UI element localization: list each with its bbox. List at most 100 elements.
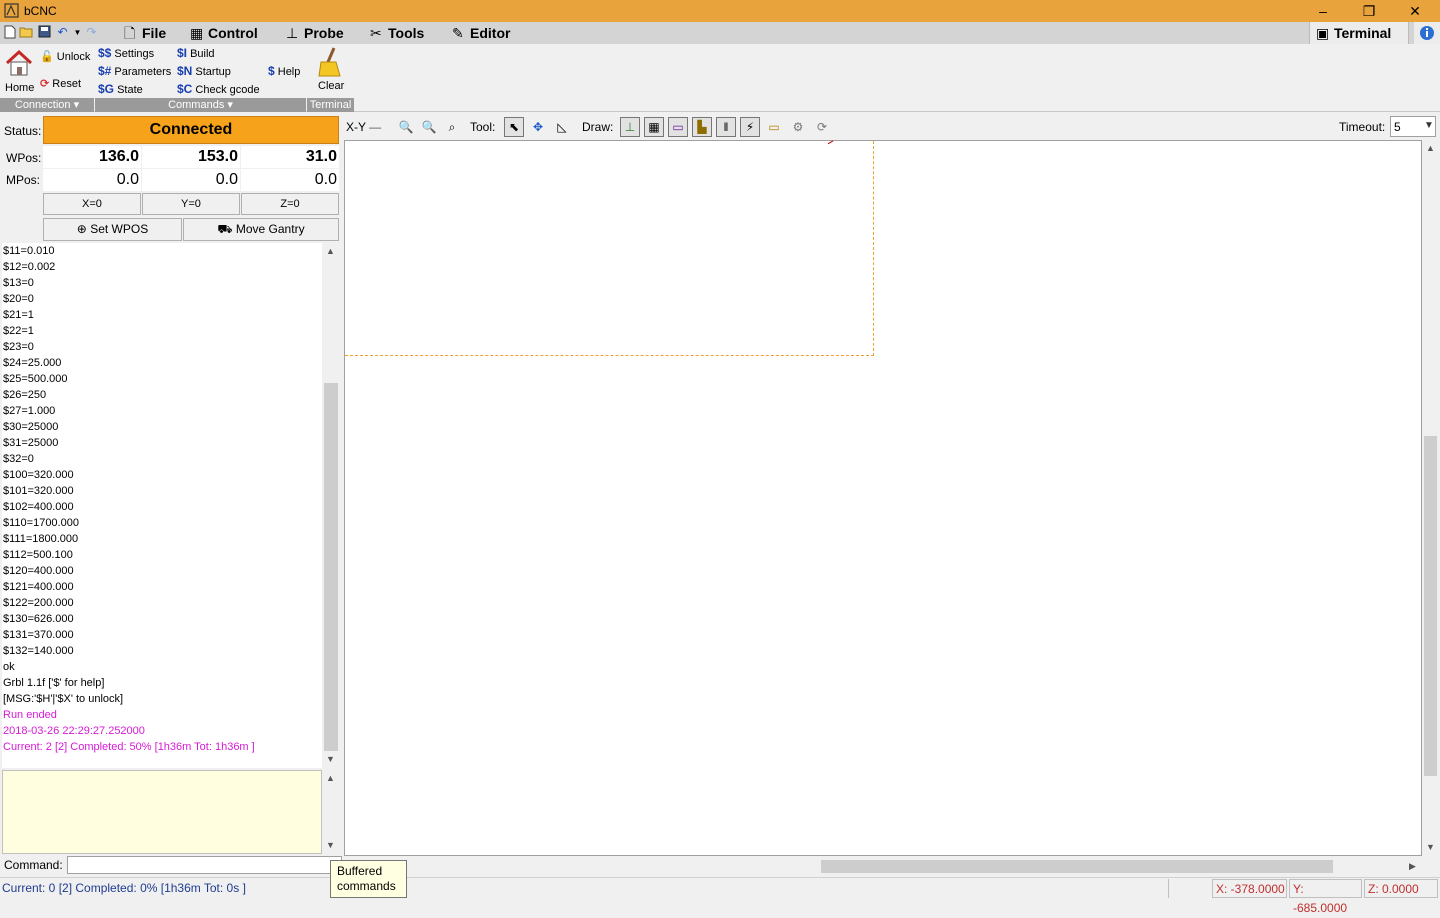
minimize-button[interactable]: – [1300,0,1346,22]
timeout-spinbox[interactable]: 5 ▼ [1390,116,1436,137]
progress-status: Current: 0 [2] Completed: 0% [1h36m Tot:… [2,881,246,895]
terminal-scrollbar[interactable]: ▲ ▼ [322,243,340,768]
select-tool-icon[interactable]: ⬉ [504,117,524,137]
home-label: Home [5,82,35,94]
timeout-down-icon[interactable]: ▼ [1424,120,1434,131]
canvas-vscrollbar[interactable]: ▲ ▼ [1422,140,1439,856]
rapid-icon[interactable]: ⚡ [740,117,760,137]
status-label: Status: [4,124,42,138]
tooltip-line-2: commands [337,879,396,893]
canvas-hscrollbar[interactable]: ▶ [344,858,1421,875]
view-select[interactable]: X-Y — [346,117,381,137]
tab-file[interactable]: 🗋 File [118,22,172,44]
terminal-line: $101=320.000 [3,485,74,497]
status-spacer [1168,879,1210,898]
zoom-fit-icon[interactable]: ⌕ [442,117,462,137]
tab-terminal[interactable]: ▣ Terminal [1309,22,1409,44]
canvas-scroll-right-icon[interactable]: ▶ [1404,858,1421,875]
terminal-line: $120=400.000 [3,565,74,577]
buffer-scrollbar[interactable]: ▲ ▼ [322,770,340,854]
canvas-scroll-down-icon[interactable]: ▼ [1422,839,1439,856]
wpos-x[interactable]: 136.0 [43,146,141,168]
tab-tools[interactable]: ✂ Tools [364,22,430,44]
startup-button[interactable]: $N Startup [177,64,231,79]
new-icon[interactable] [2,25,17,40]
unlock-icon: 🔓 [40,51,54,63]
window-title: bCNC [24,4,57,18]
zero-z-button[interactable]: Z=0 [241,193,339,215]
timeout-label: Timeout: [1339,120,1386,134]
redo-icon[interactable]: ↷ [84,25,99,40]
terminal-line: $102=400.000 [3,501,74,513]
ruler-tool-icon[interactable]: ◺ [552,117,572,137]
save-icon[interactable] [37,25,52,40]
terminal-line: $25=500.000 [3,373,68,385]
home-button[interactable]: Home [2,46,36,94]
command-input[interactable] [67,856,342,874]
move-gantry-button[interactable]: ⛟ Move Gantry [183,218,339,241]
margins-icon[interactable]: ▭ [668,117,688,137]
camera-icon[interactable]: ⚙ [788,117,808,137]
clear-button[interactable]: Clear [310,46,352,94]
canvas-hscroll-thumb[interactable] [821,860,1333,873]
axes-icon[interactable]: ⊥ [620,117,640,137]
settings-button[interactable]: $$ Settings [98,46,154,61]
reset-label: Reset [52,78,82,90]
set-wpos-button[interactable]: ⊕ Set WPOS [43,218,182,241]
unlock-label: Unlock [56,51,91,63]
y-coordinate: Y: -685.0000 [1289,879,1362,915]
terminal-line: $132=140.000 [3,645,74,657]
broom-icon [318,47,341,77]
canvas-scroll-up-icon[interactable]: ▲ [1422,140,1439,157]
probe-draw-icon[interactable]: ‖ [716,117,736,137]
parameters-button[interactable]: $# Parameters [98,64,171,79]
terminal-line: $12=0.002 [3,261,56,273]
terminal-line: $121=400.000 [3,581,74,593]
help-button[interactable]: $ Help [268,64,300,79]
unlock-button[interactable]: 🔓 Unlock [40,50,90,64]
tab-control[interactable]: ▦ Control [184,22,264,44]
zoom-out-icon[interactable]: 🔍 [419,117,439,137]
scroll-down-icon[interactable]: ▼ [322,751,339,768]
terminal-line: $131=370.000 [3,629,74,641]
build-button[interactable]: $I Build [177,46,215,61]
zoom-in-icon[interactable]: 🔍 [396,117,416,137]
close-button[interactable]: ✕ [1392,0,1438,22]
terminal-line: ok [3,661,15,673]
terminal-line: $112=500.100 [3,549,73,561]
zero-x-button[interactable]: X=0 [43,193,141,215]
dropdown-icon[interactable]: ▼ [70,25,85,40]
paths-icon[interactable]: ▭ [764,117,784,137]
workarea-icon[interactable]: ▙ [692,117,712,137]
restore-button[interactable]: ❐ [1346,0,1392,22]
buffer-scroll-down-icon[interactable]: ▼ [322,837,339,854]
check-gcode-button[interactable]: $C Check gcode [177,82,260,97]
editor-icon: ✎ [452,25,464,41]
tab-editor[interactable]: ✎ Editor [446,22,516,44]
terminal-line: Grbl 1.1f ['$' for help] [3,677,105,689]
connection-group-label[interactable]: Connection ▾ [0,98,94,112]
commands-group-label[interactable]: Commands ▾ [95,98,306,112]
undo-icon[interactable]: ↶ [55,25,70,40]
buffered-commands-list[interactable] [2,770,322,854]
terminal-output[interactable]: $11=0.010 $12=0.002 $13=0 $20=0 $21=1 $22=1 $2… [2,243,322,768]
terminal-line: $13=0 [3,277,34,289]
grid-icon[interactable]: ▦ [644,117,664,137]
canvas-vscroll-thumb[interactable] [1424,436,1437,776]
scroll-up-icon[interactable]: ▲ [322,243,339,260]
buffer-scroll-up-icon[interactable]: ▲ [322,770,339,787]
state-button[interactable]: $G State [98,82,143,97]
terminal-line: $110=1700.000 [3,517,79,529]
tab-probe[interactable]: ⊥ Probe [280,22,350,44]
open-icon[interactable] [19,25,34,40]
pan-tool-icon[interactable]: ✥ [528,117,548,137]
info-icon[interactable] [1414,22,1440,44]
crosshair-icon: ⊕ [76,222,87,236]
file-icon: 🗋 [124,25,136,41]
wpos-y[interactable]: 153.0 [142,146,240,168]
reset-button[interactable]: ⟳ Reset [40,77,81,91]
redraw-icon[interactable]: ⟳ [812,117,832,137]
scroll-thumb[interactable] [324,383,338,751]
wpos-z[interactable]: 31.0 [241,146,339,168]
zero-y-button[interactable]: Y=0 [142,193,240,215]
